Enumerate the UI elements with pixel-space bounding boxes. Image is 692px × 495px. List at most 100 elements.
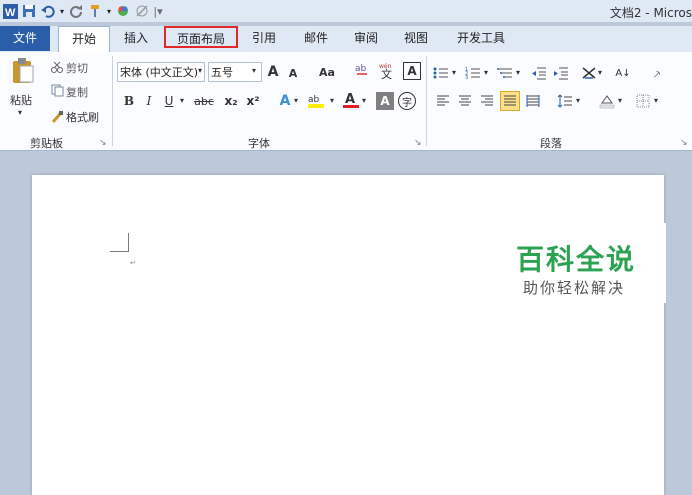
undo-dropdown-icon[interactable]: ▾ xyxy=(59,3,65,19)
svg-text:文: 文 xyxy=(381,67,392,79)
font-size-value: 五号 xyxy=(211,66,233,79)
svg-text:ab: ab xyxy=(308,95,320,105)
qat-dropdown-icon[interactable]: ▾ xyxy=(106,3,112,19)
show-marks-icon[interactable]: ⸕ xyxy=(648,64,666,82)
numbering-dropdown-icon[interactable]: ▾ xyxy=(484,68,488,77)
subscript-button[interactable]: x₂ xyxy=(222,92,240,110)
quick-access-toolbar: W ▾ ▾ |▾ xyxy=(2,0,166,22)
strikethrough-button[interactable]: abc xyxy=(192,92,216,110)
font-family-value: 宋体 (中文正文) xyxy=(120,66,199,79)
color-circle-icon[interactable] xyxy=(115,3,131,19)
separator xyxy=(426,56,427,146)
paragraph-group-label: 段落 xyxy=(540,137,562,150)
tab-home[interactable]: 开始 xyxy=(58,26,110,53)
clipboard-group-label: 剪贴板 xyxy=(30,137,63,150)
numbering-icon[interactable]: 123 xyxy=(464,64,482,82)
paste-dropdown-icon[interactable]: ▾ xyxy=(18,108,22,117)
shrink-font-icon[interactable]: A xyxy=(284,64,302,82)
underline-dropdown-icon[interactable]: ▾ xyxy=(180,96,184,105)
watermark: 百科全说 助你轻松解决 xyxy=(508,223,666,303)
superscript-button[interactable]: x² xyxy=(244,92,262,110)
line-spacing-dropdown-icon[interactable]: ▾ xyxy=(576,96,580,105)
font-color-icon[interactable]: A xyxy=(342,91,360,109)
italic-button[interactable]: I xyxy=(140,92,158,110)
align-left-icon[interactable] xyxy=(434,92,452,110)
tab-file[interactable]: 文件 xyxy=(0,26,50,51)
chinese-layout-dropdown-icon[interactable]: ▾ xyxy=(598,68,602,77)
undo-icon[interactable] xyxy=(40,3,56,19)
text-effects-icon[interactable]: A xyxy=(276,92,294,110)
justify-icon[interactable] xyxy=(500,91,520,111)
underline-button[interactable]: U xyxy=(160,92,178,110)
tab-references[interactable]: 引用 xyxy=(246,26,282,51)
svg-text:A: A xyxy=(345,92,355,107)
clipboard-launcher-icon[interactable]: ↘ xyxy=(99,138,107,148)
tab-developer[interactable]: 开发工具 xyxy=(450,26,512,51)
tab-mailings[interactable]: 邮件 xyxy=(298,26,334,51)
enclose-characters-icon[interactable]: 字 xyxy=(398,92,416,110)
borders-icon[interactable] xyxy=(634,92,652,110)
title-bar: W ▾ ▾ |▾ 文档2 - Micros xyxy=(0,0,692,22)
svg-text:W: W xyxy=(5,7,16,19)
font-family-dropdown-icon[interactable]: ▾ xyxy=(198,66,202,75)
shading-icon[interactable] xyxy=(598,92,616,110)
format-painter-qat-icon[interactable] xyxy=(87,3,103,19)
font-group-label: 字体 xyxy=(248,137,270,150)
sort-icon[interactable]: A↓ xyxy=(612,64,634,82)
highlight-dropdown-icon[interactable]: ▾ xyxy=(330,96,334,105)
bullets-dropdown-icon[interactable]: ▾ xyxy=(452,68,456,77)
word-app-icon[interactable]: W xyxy=(2,3,18,19)
customize-qat-icon[interactable]: |▾ xyxy=(153,3,163,19)
tab-view[interactable]: 视图 xyxy=(398,26,434,51)
character-shading-icon[interactable]: A xyxy=(376,92,394,110)
document-workspace: ↵ xyxy=(0,151,692,495)
format-painter-label[interactable]: 格式刷 xyxy=(66,109,99,125)
align-center-icon[interactable] xyxy=(456,92,474,110)
paragraph-mark: ↵ xyxy=(130,259,136,267)
tab-review[interactable]: 审阅 xyxy=(348,26,384,51)
decrease-indent-icon[interactable] xyxy=(530,64,548,82)
borders-dropdown-icon[interactable]: ▾ xyxy=(654,96,658,105)
font-family-select[interactable]: 宋体 (中文正文) xyxy=(117,62,205,82)
paragraph-launcher-icon[interactable]: ↘ xyxy=(680,138,688,148)
grow-font-icon[interactable]: A xyxy=(264,63,282,81)
pinyin-guide-icon[interactable]: wén 文 xyxy=(378,61,398,79)
highlight-icon[interactable]: ab xyxy=(306,91,328,109)
bold-button[interactable]: B xyxy=(120,92,138,110)
font-color-dropdown-icon[interactable]: ▾ xyxy=(362,96,366,105)
cut-icon[interactable] xyxy=(50,58,64,76)
shading-dropdown-icon[interactable]: ▾ xyxy=(618,96,622,105)
align-right-icon[interactable] xyxy=(478,92,496,110)
clear-format-icon[interactable]: ab xyxy=(352,60,372,78)
watermark-title: 百科全说 xyxy=(516,243,637,276)
character-border-icon[interactable]: A xyxy=(403,62,421,80)
line-spacing-icon[interactable] xyxy=(556,92,574,110)
svg-text:ab: ab xyxy=(355,64,367,74)
ribbon: 粘贴 ▾ 剪切 复制 格式刷 剪贴板 ↘ 宋体 (中文正文) ▾ 五号 ▾ A … xyxy=(0,52,692,151)
distributed-icon[interactable] xyxy=(524,92,542,110)
bullets-icon[interactable] xyxy=(432,64,450,82)
save-icon[interactable] xyxy=(21,3,37,19)
copy-icon[interactable] xyxy=(50,81,64,99)
redo-icon[interactable] xyxy=(68,3,84,19)
margin-corner-top-left xyxy=(110,233,129,252)
tab-insert[interactable]: 插入 xyxy=(116,26,156,51)
paste-icon[interactable] xyxy=(10,56,36,86)
svg-text:3: 3 xyxy=(465,75,468,80)
increase-indent-icon[interactable] xyxy=(552,64,570,82)
multilevel-list-icon[interactable] xyxy=(496,64,514,82)
cut-label[interactable]: 剪切 xyxy=(66,60,88,76)
font-launcher-icon[interactable]: ↘ xyxy=(414,138,422,148)
ribbon-tab-row: 文件 开始 插入 页面布局 引用 邮件 审阅 视图 开发工具 xyxy=(0,26,692,53)
draw-icon[interactable] xyxy=(134,3,150,19)
font-size-dropdown-icon[interactable]: ▾ xyxy=(252,66,256,75)
chinese-layout-icon[interactable] xyxy=(580,64,598,82)
change-case-icon[interactable]: Aa xyxy=(316,63,338,81)
separator xyxy=(112,56,113,146)
paste-label[interactable]: 粘贴 xyxy=(10,92,32,108)
format-painter-icon[interactable] xyxy=(50,107,64,125)
copy-label[interactable]: 复制 xyxy=(66,84,88,100)
tab-page-layout[interactable]: 页面布局 xyxy=(164,26,238,48)
multilevel-dropdown-icon[interactable]: ▾ xyxy=(516,68,520,77)
text-effects-dropdown-icon[interactable]: ▾ xyxy=(294,96,298,105)
